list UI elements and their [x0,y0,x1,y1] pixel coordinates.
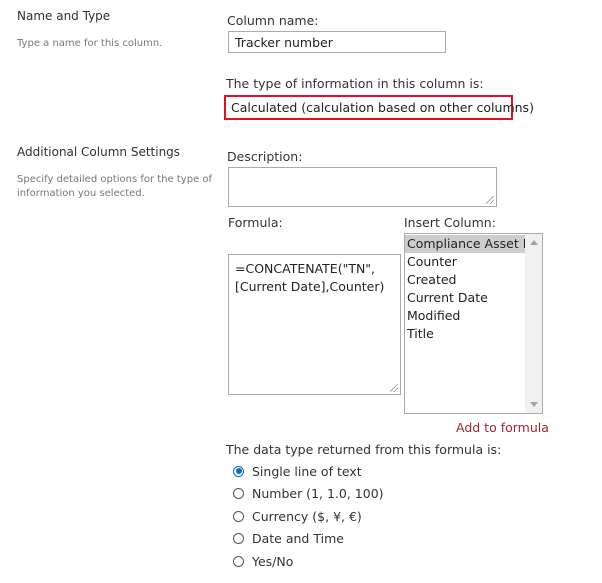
section-title-additional-settings: Additional Column Settings [17,145,181,159]
scroll-down-arrow-icon[interactable] [530,402,538,407]
description-textarea[interactable] [228,167,497,207]
scroll-up-arrow-icon[interactable] [530,240,538,245]
radio-label: Yes/No [252,553,294,569]
description-label: Description: [227,149,303,164]
section-description-name-and-type: Type a name for this column. [17,38,163,49]
radio-button[interactable] [233,488,244,500]
listbox-scrollbar[interactable] [525,234,542,413]
column-type-highlight: Calculated (calculation based on other c… [224,95,534,120]
radio-button[interactable] [233,510,244,522]
insert-column-option[interactable]: Modified [405,307,525,325]
insert-column-option[interactable]: Created [405,271,525,289]
resize-grip-icon[interactable] [486,196,494,204]
radio-option-currency[interactable]: Currency ($, ¥, €) [233,505,384,528]
radio-option-single-line-text[interactable]: Single line of text [233,460,384,483]
return-type-label: The data type returned from this formula… [226,442,502,457]
formula-textarea[interactable]: =CONCATENATE("TN", [Current Date],Counte… [228,254,401,395]
insert-column-option[interactable]: Current Date [405,289,525,307]
column-type-value: Calculated (calculation based on other c… [231,100,534,115]
radio-label: Date and Time [252,531,344,547]
add-to-formula-link[interactable]: Add to formula [456,420,549,435]
formula-line: [Current Date],Counter) [235,279,385,294]
radio-button[interactable] [233,533,244,545]
insert-column-label: Insert Column: [404,215,496,230]
radio-label: Currency ($, ¥, €) [252,508,362,524]
section-description-line: Specify detailed options for the type of [17,174,213,185]
column-name-label: Column name: [227,13,319,28]
insert-column-option[interactable]: Title [405,325,525,343]
radio-label: Single line of text [252,463,362,479]
formula-line: =CONCATENATE("TN", [235,261,376,276]
column-type-label: The type of information in this column i… [226,76,484,91]
radio-button[interactable] [233,555,244,567]
insert-column-listbox[interactable]: Compliance Asset Id Counter Created Curr… [404,233,543,414]
section-title-name-and-type: Name and Type [17,9,111,23]
radio-label: Number (1, 1.0, 100) [252,486,384,502]
insert-column-option[interactable]: Counter [405,253,525,271]
radio-option-yes-no[interactable]: Yes/No [233,550,384,573]
formula-label: Formula: [228,215,283,230]
radio-option-number[interactable]: Number (1, 1.0, 100) [233,483,384,506]
section-description-additional-settings: Specify detailed options for the type of… [17,173,212,201]
section-description-line: information you selected. [17,188,145,199]
resize-grip-icon[interactable] [390,384,398,392]
formula-value: =CONCATENATE("TN", [Current Date],Counte… [229,255,400,301]
insert-column-option[interactable]: Compliance Asset Id [405,235,534,253]
column-name-value: Tracker number [235,34,333,50]
radio-option-date-time[interactable]: Date and Time [233,528,384,551]
column-name-input[interactable]: Tracker number [228,31,446,53]
return-type-radio-group: Single line of text Number (1, 1.0, 100)… [233,460,384,573]
radio-button[interactable] [233,465,244,477]
